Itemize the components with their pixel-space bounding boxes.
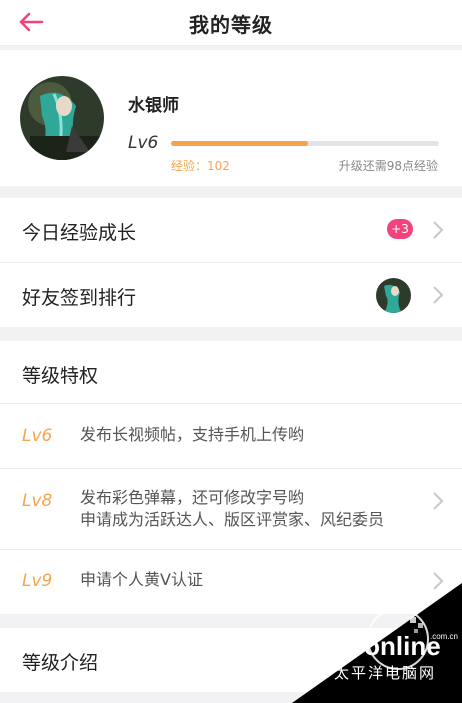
chevron-right-icon xyxy=(433,221,444,239)
watermark-text: PConline xyxy=(328,631,441,661)
privilege-level: Lv8 xyxy=(22,491,53,511)
profile-card: 水银师 Lv6 经验：102 升级还需98点经验 xyxy=(0,50,462,186)
privilege-description: 申请个人黄V认证 xyxy=(80,570,203,589)
daily-growth-label: 今日经验成长 xyxy=(22,222,137,244)
remaining-experience: 升级还需98点经验 xyxy=(338,159,438,173)
friends-ranking-label: 好友签到排行 xyxy=(22,287,137,309)
privilege-description: 申请成为活跃达人、版区评赏家、风纪委员 xyxy=(80,510,385,529)
friend-avatar xyxy=(376,278,411,313)
header: 我的等级 xyxy=(0,0,462,46)
experience-badge: +3 xyxy=(387,219,413,239)
chevron-right-icon xyxy=(433,286,444,304)
avatar[interactable] xyxy=(20,76,104,160)
current-level: Lv6 xyxy=(128,133,159,153)
privilege-description: 发布长视频帖，支持手机上传哟 xyxy=(80,425,305,444)
username: 水银师 xyxy=(128,96,179,116)
watermark-domain: .com.cn xyxy=(430,632,458,641)
experience-value: 经验：102 xyxy=(171,159,230,173)
level-intro-label: 等级介绍 xyxy=(22,652,99,674)
privilege-item: Lv6 发布长视频帖，支持手机上传哟 xyxy=(0,404,462,468)
privilege-item[interactable]: Lv8 发布彩色弹幕，还可修改字号哟 申请成为活跃达人、版区评赏家、风纪委员 xyxy=(0,469,462,549)
chevron-right-icon xyxy=(433,492,444,510)
privileges-title: 等级特权 xyxy=(22,365,99,387)
privilege-level: Lv6 xyxy=(22,426,53,446)
level-progress-fill xyxy=(171,141,308,146)
watermark: PConline .com.cn 太平洋电脑网 xyxy=(292,583,462,703)
privilege-description: 发布彩色弹幕，还可修改字号哟 xyxy=(80,488,305,507)
page-title: 我的等级 xyxy=(189,13,273,37)
watermark-subtitle: 太平洋电脑网 xyxy=(334,664,436,682)
privilege-level: Lv9 xyxy=(22,571,53,591)
privileges-header: 等级特权 xyxy=(0,341,462,403)
level-progress-bar xyxy=(171,141,439,146)
